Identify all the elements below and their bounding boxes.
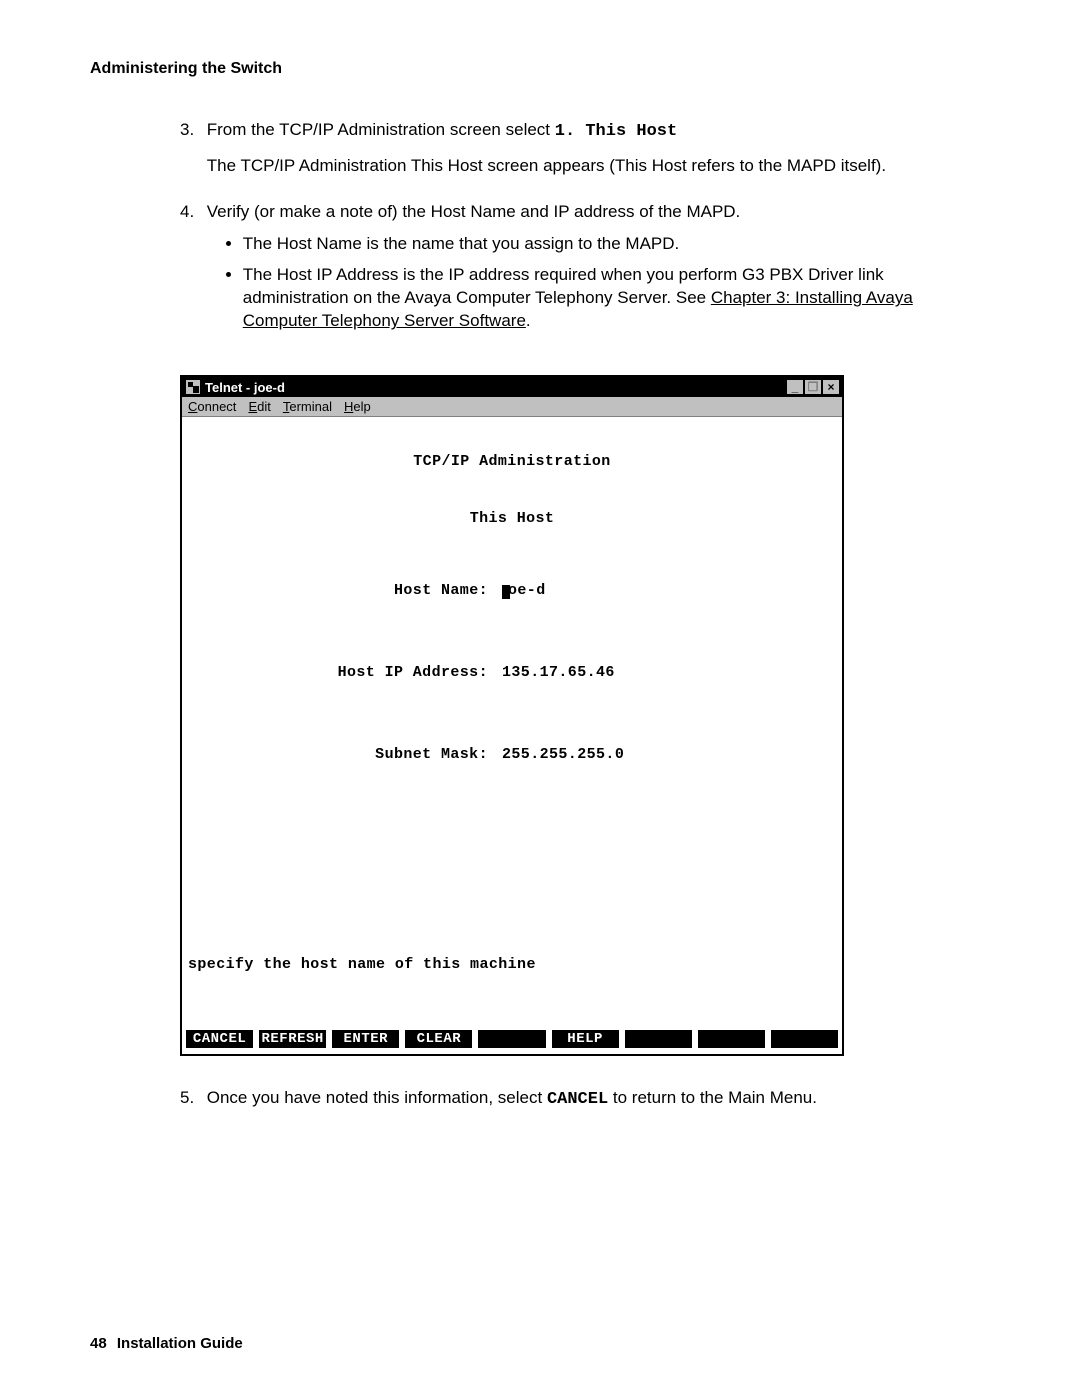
fkey-enter[interactable]: ENTER bbox=[332, 1030, 399, 1048]
mask-label: Subnet Mask: bbox=[188, 743, 502, 766]
step4-bullets: The Host Name is the name that you assig… bbox=[207, 233, 969, 333]
window-title: Telnet - joe-d bbox=[205, 380, 285, 395]
page-number: 48 bbox=[90, 1335, 107, 1352]
prompt-line: specify the host name of this machine bbox=[188, 953, 836, 976]
app-icon bbox=[186, 380, 200, 394]
row-mask: Subnet Mask:255.255.255.0 bbox=[188, 743, 836, 766]
step-body: From the TCP/IP Administration screen se… bbox=[207, 118, 969, 188]
telnet-window: Telnet - joe-d _ ❐ × Connect Edit Termin… bbox=[180, 375, 844, 1056]
menu-connect[interactable]: Connect bbox=[188, 399, 236, 414]
ip-value[interactable]: 135.17.65.46 bbox=[502, 661, 836, 684]
step4-text: Verify (or make a note of) the Host Name… bbox=[207, 200, 969, 224]
book-title: Installation Guide bbox=[117, 1335, 243, 1352]
restore-button[interactable]: ❐ bbox=[804, 379, 822, 395]
menu-terminal[interactable]: Terminal bbox=[283, 399, 332, 414]
step-3: 3. From the TCP/IP Administration screen… bbox=[180, 118, 970, 188]
step3-para2: The TCP/IP Administration This Host scre… bbox=[207, 154, 969, 178]
instructions-block: 3. From the TCP/IP Administration screen… bbox=[180, 118, 970, 345]
step-number: 5. bbox=[180, 1086, 202, 1110]
row-ip: Host IP Address:135.17.65.46 bbox=[188, 661, 836, 684]
fkey-blank1[interactable] bbox=[478, 1030, 545, 1048]
step-body: Verify (or make a note of) the Host Name… bbox=[207, 200, 969, 346]
screen-subtitle: This Host bbox=[188, 507, 836, 530]
step-number: 4. bbox=[180, 200, 202, 224]
fkey-help[interactable]: HELP bbox=[552, 1030, 619, 1048]
step5-code: CANCEL bbox=[547, 1090, 608, 1109]
step-body: Once you have noted this information, se… bbox=[207, 1086, 969, 1112]
bullet-hostip-post: . bbox=[526, 311, 531, 330]
fkey-refresh[interactable]: REFRESH bbox=[259, 1030, 326, 1048]
step3-text: From the TCP/IP Administration screen se… bbox=[207, 120, 555, 139]
menu-help[interactable]: Help bbox=[344, 399, 371, 414]
screen-title: TCP/IP Administration bbox=[188, 450, 836, 473]
page-footer: 48 Installation Guide bbox=[90, 1335, 243, 1352]
section-header: Administering the Switch bbox=[90, 60, 990, 78]
step5-post: to return to the Main Menu. bbox=[608, 1088, 817, 1107]
fkey-blank3[interactable] bbox=[698, 1030, 765, 1048]
step3-code: 1. This Host bbox=[555, 122, 677, 141]
hostname-label: Host Name: bbox=[188, 579, 502, 602]
step-4: 4. Verify (or make a note of) the Host N… bbox=[180, 200, 970, 346]
instructions-block-after: 5. Once you have noted this information,… bbox=[180, 1086, 970, 1112]
terminal-area: TCP/IP Administration This Host Host Nam… bbox=[182, 417, 842, 1028]
bullet-hostname: The Host Name is the name that you assig… bbox=[243, 233, 969, 256]
fkey-blank2[interactable] bbox=[625, 1030, 692, 1048]
bullet-hostip: The Host IP Address is the IP address re… bbox=[243, 264, 969, 333]
hostname-value[interactable]: oe-d bbox=[508, 582, 546, 599]
menu-edit[interactable]: Edit bbox=[248, 399, 270, 414]
mask-value[interactable]: 255.255.255.0 bbox=[502, 743, 836, 766]
window-controls: _ ❐ × bbox=[786, 379, 840, 395]
ip-label: Host IP Address: bbox=[188, 661, 502, 684]
window-titlebar: Telnet - joe-d _ ❐ × bbox=[182, 377, 842, 397]
menu-bar: Connect Edit Terminal Help bbox=[182, 397, 842, 417]
document-page: Administering the Switch 3. From the TCP… bbox=[0, 0, 1080, 1397]
step-number: 3. bbox=[180, 118, 202, 142]
minimize-button[interactable]: _ bbox=[786, 379, 804, 395]
fkey-cancel[interactable]: CANCEL bbox=[186, 1030, 253, 1048]
step-5: 5. Once you have noted this information,… bbox=[180, 1086, 970, 1112]
close-button[interactable]: × bbox=[822, 379, 840, 395]
fkey-blank4[interactable] bbox=[771, 1030, 838, 1048]
step5-pre: Once you have noted this information, se… bbox=[207, 1088, 547, 1107]
fkey-bar: CANCEL REFRESH ENTER CLEAR HELP bbox=[182, 1028, 842, 1054]
row-hostname: Host Name: oe-d bbox=[188, 579, 836, 602]
fkey-clear[interactable]: CLEAR bbox=[405, 1030, 472, 1048]
